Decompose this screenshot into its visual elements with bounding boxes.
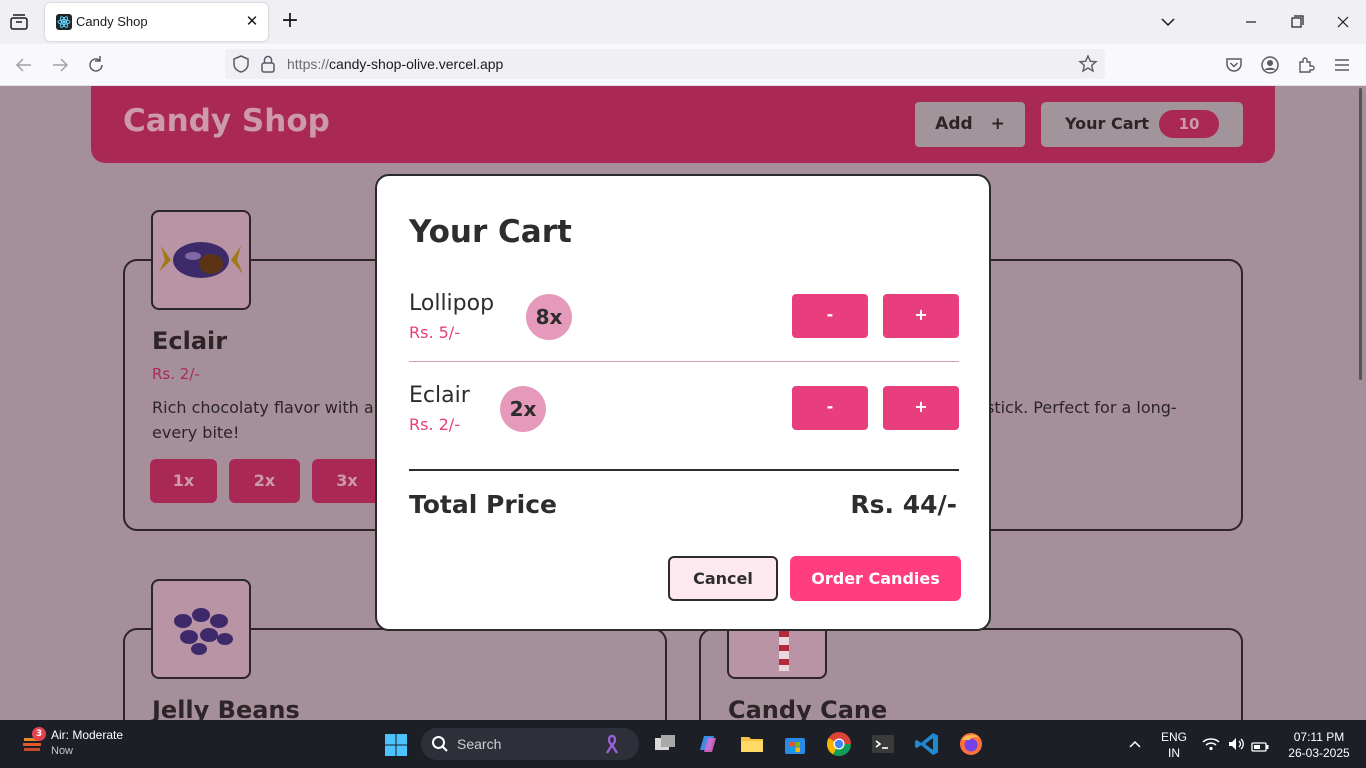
jelly-beans-image (151, 579, 251, 679)
chrome-icon[interactable] (825, 730, 853, 758)
account-icon[interactable] (1259, 54, 1281, 76)
qty-1x-button[interactable]: 1x (150, 459, 217, 503)
tab-close-icon[interactable]: ✕ (244, 12, 260, 30)
page-scrollbar[interactable] (1359, 88, 1362, 380)
card-title: Candy Cane (728, 696, 888, 720)
tab-list-icon[interactable] (8, 12, 30, 32)
restore-icon[interactable] (1286, 12, 1308, 32)
cart-count-badge: 10 (1159, 110, 1219, 138)
reload-icon[interactable] (85, 54, 107, 76)
ribbon-icon (601, 733, 623, 759)
menu-icon[interactable] (1331, 54, 1353, 76)
taskbar-search-box[interactable]: Search (421, 728, 639, 760)
shield-icon[interactable] (232, 54, 250, 78)
weather-title[interactable]: Air: Moderate (51, 728, 123, 742)
card-title: Jelly Beans (152, 696, 300, 720)
increase-qty-button[interactable]: + (883, 294, 959, 338)
search-icon (431, 735, 449, 757)
decrease-qty-button[interactable]: - (792, 294, 868, 338)
site-brand: Candy Shop (123, 103, 330, 139)
cart-item-price: Rs. 5/- (409, 323, 460, 342)
lock-icon[interactable] (260, 54, 276, 78)
volume-icon[interactable] (1227, 736, 1245, 756)
cart-item-qty-badge: 8x (526, 294, 572, 340)
extensions-icon[interactable] (1295, 54, 1317, 76)
browser-tab-bar: Candy Shop ✕ + (0, 0, 1366, 44)
item-divider (409, 361, 959, 362)
close-window-icon[interactable] (1332, 12, 1354, 32)
cart-item-name: Eclair (409, 383, 470, 408)
cart-item-qty-badge: 2x (500, 386, 546, 432)
url-scheme: https:// (287, 56, 330, 72)
cart-modal: Your Cart Lollipop Rs. 5/- 8x - + Eclair… (375, 174, 991, 631)
windows-taskbar: 3 Air: Moderate Now Search ENG IN 07:11 … (0, 720, 1366, 768)
tab-overflow-chevron-icon[interactable] (1157, 12, 1179, 32)
card-price: Rs. 2/- (152, 365, 200, 383)
your-cart-button[interactable]: Your Cart 10 (1041, 102, 1243, 147)
card-description: Rich chocolaty flavor with a every bite! (152, 395, 382, 445)
add-candy-button[interactable]: Add + (915, 102, 1025, 147)
region-code: IN (1168, 746, 1180, 760)
react-icon (56, 14, 72, 30)
cancel-button[interactable]: Cancel (668, 556, 778, 601)
clock-time[interactable]: 07:11 PM (1283, 730, 1355, 744)
terminal-icon[interactable] (869, 730, 897, 758)
clock-date: 26-03-2025 (1288, 746, 1350, 760)
vscode-icon[interactable] (913, 730, 941, 758)
task-view-icon[interactable] (651, 730, 679, 758)
copilot-icon[interactable] (694, 730, 722, 758)
minimize-icon[interactable] (1240, 12, 1262, 32)
total-price-label: Total Price (409, 490, 557, 519)
card-title: Eclair (152, 327, 228, 355)
microsoft-store-icon[interactable] (781, 730, 809, 758)
total-divider (409, 469, 959, 471)
modal-title: Your Cart (409, 214, 572, 250)
wifi-icon[interactable] (1202, 736, 1220, 756)
qty-2x-button[interactable]: 2x (229, 459, 300, 503)
card-description-line: Rich chocolaty flavor with a (152, 398, 374, 417)
order-candies-button[interactable]: Order Candies (790, 556, 961, 601)
cart-button-label: Your Cart (1065, 114, 1150, 133)
plus-icon: + (990, 114, 1005, 134)
card-description: stick. Perfect for a long- (986, 398, 1177, 417)
qty-3x-button[interactable]: 3x (312, 459, 382, 503)
tab-title: Candy Shop (76, 14, 148, 29)
weather-subtitle: Now (51, 745, 74, 757)
battery-icon[interactable] (1251, 738, 1269, 757)
url-text[interactable]: https://candy-shop-olive.vercel.app (287, 56, 503, 72)
site-header: Candy Shop Add + Your Cart 10 (91, 86, 1275, 163)
language-code[interactable]: ENG (1160, 730, 1188, 744)
forward-icon[interactable] (49, 54, 71, 76)
windows-start-icon[interactable] (384, 733, 408, 757)
decrease-qty-button[interactable]: - (792, 386, 868, 430)
browser-toolbar: https://candy-shop-olive.vercel.app (0, 44, 1366, 86)
browser-tab[interactable]: Candy Shop ✕ (45, 3, 268, 41)
tray-chevron-up-icon[interactable] (1127, 736, 1143, 755)
file-explorer-icon[interactable] (738, 730, 766, 758)
pocket-icon[interactable] (1223, 54, 1245, 76)
cart-item-name: Lollipop (409, 291, 495, 316)
card-description-line: every bite! (152, 423, 240, 442)
search-placeholder: Search (457, 736, 502, 752)
address-bar[interactable]: https://candy-shop-olive.vercel.app (225, 49, 1105, 79)
url-domain: candy-shop-olive.vercel.app (329, 56, 504, 72)
bookmark-star-icon[interactable] (1078, 54, 1098, 78)
eclair-image (151, 210, 251, 310)
cart-item-price: Rs. 2/- (409, 415, 460, 434)
firefox-icon[interactable] (957, 730, 985, 758)
increase-qty-button[interactable]: + (883, 386, 959, 430)
weather-alert-badge: 3 (32, 727, 46, 741)
new-tab-icon[interactable]: + (280, 10, 300, 33)
add-button-label: Add (935, 114, 973, 134)
back-icon[interactable] (13, 54, 35, 76)
total-price-value: Rs. 44/- (850, 490, 957, 519)
